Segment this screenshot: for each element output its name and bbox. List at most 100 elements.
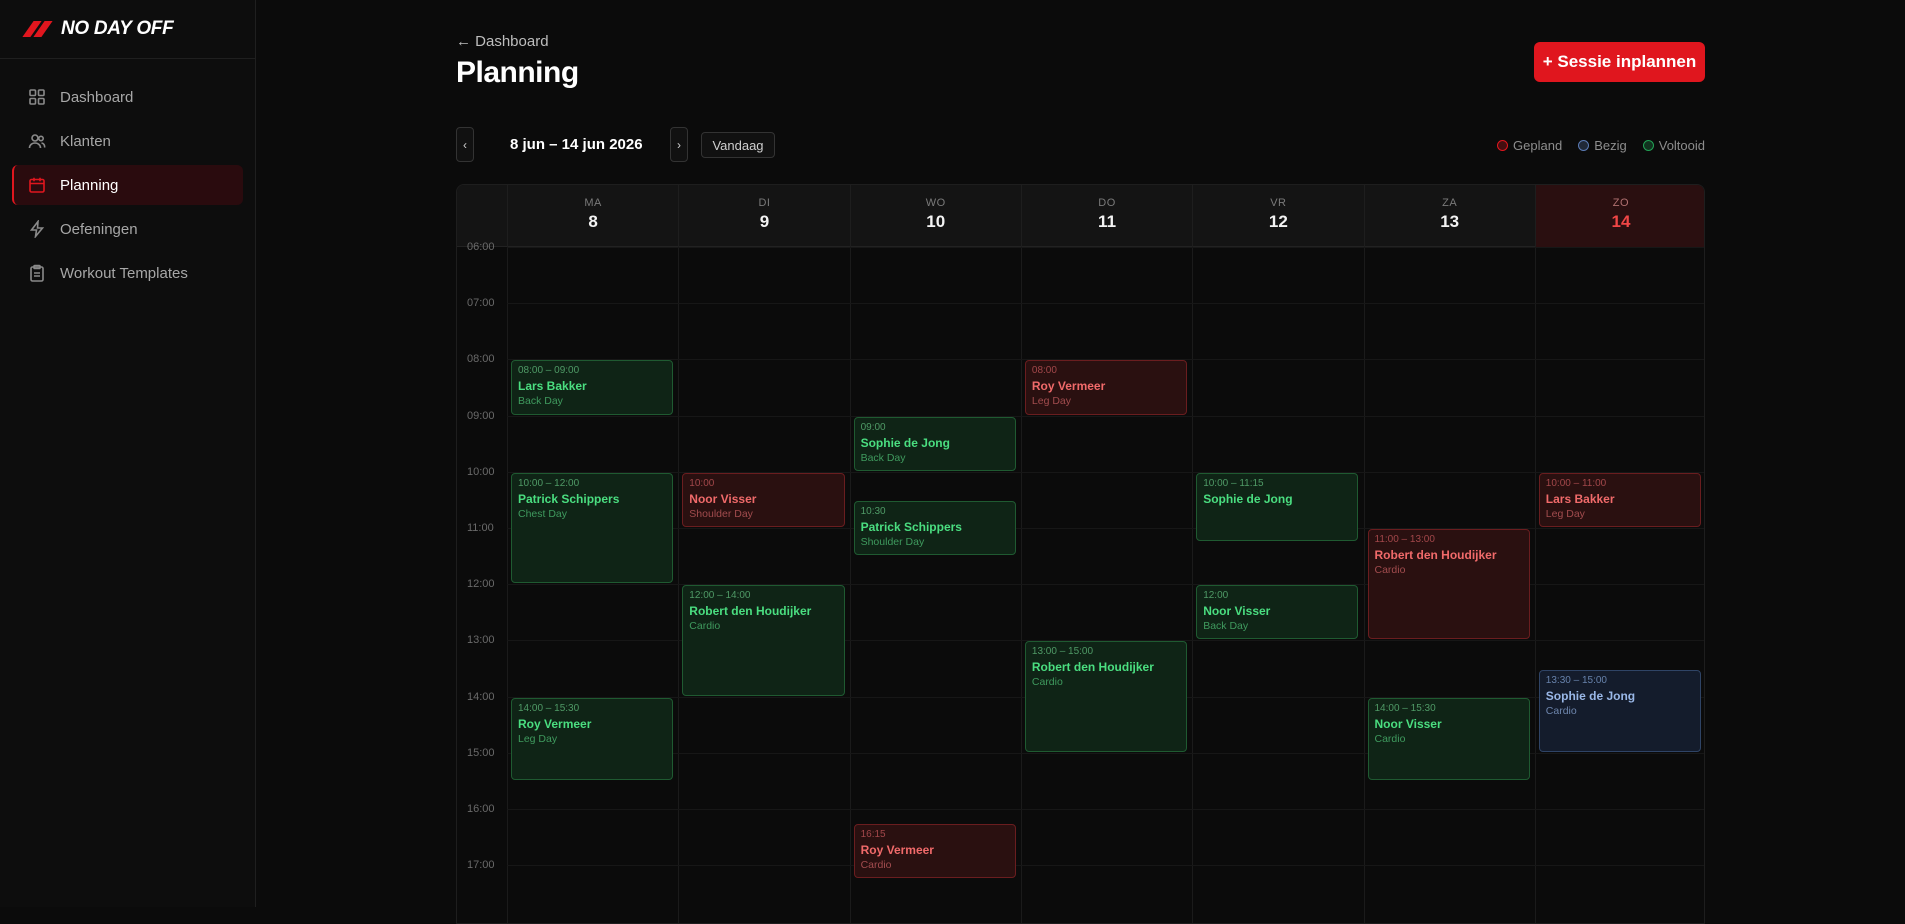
time-label: 12:00 xyxy=(467,578,495,591)
time-label: 08:00 xyxy=(467,353,495,366)
event-client-name: Noor Visser xyxy=(1374,716,1442,731)
day-number: 12 xyxy=(1268,212,1288,231)
event-client-name: Sophie de Jong xyxy=(1545,688,1636,703)
day-number: 11 xyxy=(1098,212,1117,231)
sidebar: NO DAY OFF Dashboard Klanten Planning Oe… xyxy=(0,0,256,907)
session-event[interactable]: 16:15 Roy Vermeer Cardio xyxy=(853,824,1016,879)
calendar-header: MA 8 DI 9 WO 10 DO 11 VR 12 ZA 13 ZO 14 xyxy=(457,185,1704,247)
legend-label: Bezig xyxy=(1594,138,1627,153)
event-workout: Leg Day xyxy=(1031,395,1071,408)
day-number: 14 xyxy=(1611,212,1631,231)
session-event[interactable]: 11:00 – 13:00 Robert den Houdijker Cardio xyxy=(1367,529,1530,640)
event-client-name: Noor Visser xyxy=(689,491,757,506)
session-event[interactable]: 09:00 Sophie de Jong Back Day xyxy=(853,416,1016,471)
session-event[interactable]: 10:00 – 11:15 Sophie de Jong xyxy=(1196,472,1359,542)
users-icon xyxy=(28,132,46,150)
event-time: 12:00 xyxy=(1203,590,1229,602)
sidebar-nav: Dashboard Klanten Planning Oefeningen Wo… xyxy=(0,59,255,293)
legend-item: Voltooid xyxy=(1642,138,1705,153)
event-time: 10:00 – 11:15 xyxy=(1203,477,1264,489)
hour-gridline xyxy=(507,415,1704,417)
event-time: 13:00 – 15:00 xyxy=(1031,646,1094,658)
session-event[interactable]: 10:30 Patrick Schippers Shoulder Day xyxy=(853,500,1016,556)
session-event[interactable]: 14:00 – 15:30 Roy Vermeer Leg Day xyxy=(511,697,674,780)
time-label: 07:00 xyxy=(467,297,495,310)
event-client-name: Lars Bakker xyxy=(518,379,587,394)
sidebar-item-label: Dashboard xyxy=(60,88,134,106)
status-legend: Gepland Bezig Voltooid xyxy=(1497,138,1705,153)
day-of-week: ZO xyxy=(1612,197,1630,209)
today-button[interactable]: Vandaag xyxy=(701,132,775,158)
event-workout: Leg Day xyxy=(1545,507,1585,520)
event-workout: Cardio xyxy=(860,859,892,872)
event-client-name: Sophie de Jong xyxy=(860,435,950,450)
session-event[interactable]: 12:00 – 14:00 Robert den Houdijker Cardio xyxy=(682,585,845,696)
session-event[interactable]: 13:00 – 15:00 Robert den Houdijker Cardio xyxy=(1024,641,1188,752)
event-workout: Back Day xyxy=(860,451,906,464)
sidebar-item-oefeningen[interactable]: Oefeningen xyxy=(12,209,243,249)
session-event[interactable]: 10:00 – 11:00 Lars Bakker Leg Day xyxy=(1538,472,1702,527)
sidebar-item-workout-templates[interactable]: Workout Templates xyxy=(12,253,243,293)
legend-item: Bezig xyxy=(1578,138,1627,153)
session-event[interactable]: 12:00 Noor Visser Back Day xyxy=(1196,585,1359,640)
sidebar-item-label: Workout Templates xyxy=(60,264,188,282)
day-of-week: MA xyxy=(584,197,602,209)
event-time: 08:00 xyxy=(1031,365,1057,377)
event-time: 14:00 – 15:30 xyxy=(1374,702,1436,714)
lightning-icon xyxy=(28,220,46,238)
sidebar-item-planning[interactable]: Planning xyxy=(12,165,243,205)
event-client-name: Robert den Houdijker xyxy=(689,604,812,619)
calendar-icon xyxy=(28,176,46,194)
event-workout: Cardio xyxy=(1545,704,1577,717)
main-content: ← Dashboard Planning + Sessie inplannen … xyxy=(257,0,1905,924)
logo-mark-icon xyxy=(22,21,53,37)
clipboard-icon xyxy=(28,264,46,282)
sidebar-item-dashboard[interactable]: Dashboard xyxy=(12,77,243,117)
event-workout: Back Day xyxy=(518,395,563,408)
event-workout: Shoulder Day xyxy=(860,535,925,548)
event-time: 16:15 xyxy=(860,829,886,841)
hour-gridline xyxy=(507,809,1704,810)
time-label: 17:00 xyxy=(467,859,495,872)
time-label: 09:00 xyxy=(467,409,495,422)
session-event[interactable]: 10:00 Noor Visser Shoulder Day xyxy=(682,472,845,527)
calendar-toolbar: ‹ 8 jun – 14 jun 2026 › Vandaag Gepland B… xyxy=(456,127,1705,163)
event-time: 14:00 – 15:30 xyxy=(518,702,580,714)
day-of-week: DO xyxy=(1098,197,1116,209)
sidebar-item-label: Oefeningen xyxy=(60,220,138,238)
day-header: MA 8 xyxy=(507,185,678,247)
event-client-name: Patrick Schippers xyxy=(518,491,620,506)
event-client-name: Patrick Schippers xyxy=(860,519,962,534)
page-title: Planning xyxy=(456,56,579,89)
day-header: DO 11 xyxy=(1020,185,1192,247)
event-time: 11:00 – 13:00 xyxy=(1374,534,1435,545)
event-time: 13:30 – 15:00 xyxy=(1545,674,1607,686)
back-to-dashboard-link[interactable]: ← Dashboard xyxy=(456,33,549,50)
legend-item: Gepland xyxy=(1497,138,1562,153)
legend-label: Voltooid xyxy=(1658,138,1705,153)
day-header: ZO 14 xyxy=(1534,185,1704,247)
session-event[interactable]: 08:00 Roy Vermeer Leg Day xyxy=(1024,360,1188,415)
legend-dot-icon xyxy=(1497,140,1509,151)
sidebar-item-label: Planning xyxy=(60,176,119,194)
sidebar-item-label: Klanten xyxy=(60,132,111,150)
event-time: 10:30 xyxy=(860,505,886,517)
event-workout: Leg Day xyxy=(518,732,558,745)
sidebar-item-klanten[interactable]: Klanten xyxy=(12,121,243,161)
day-header: VR 12 xyxy=(1192,185,1363,247)
session-event[interactable]: 10:00 – 12:00 Patrick Schippers Chest Day xyxy=(511,472,674,584)
time-label: 15:00 xyxy=(467,746,495,759)
day-number: 13 xyxy=(1440,212,1460,231)
new-session-button[interactable]: + Sessie inplannen xyxy=(1534,42,1705,82)
time-label: 10:00 xyxy=(467,465,495,478)
session-event[interactable]: 08:00 – 09:00 Lars Bakker Back Day xyxy=(511,360,674,415)
prev-week-button[interactable]: ‹ xyxy=(456,127,474,162)
next-week-button[interactable]: › xyxy=(670,127,688,162)
event-time: 10:00 – 12:00 xyxy=(518,477,580,489)
event-time: 10:00 xyxy=(689,477,715,489)
session-event[interactable]: 14:00 – 15:30 Noor Visser Cardio xyxy=(1367,697,1530,780)
event-client-name: Roy Vermeer xyxy=(518,716,592,731)
day-of-week: ZA xyxy=(1442,197,1458,209)
brand-logo[interactable]: NO DAY OFF xyxy=(0,0,255,59)
session-event[interactable]: 13:30 – 15:00 Sophie de Jong Cardio xyxy=(1538,669,1702,752)
